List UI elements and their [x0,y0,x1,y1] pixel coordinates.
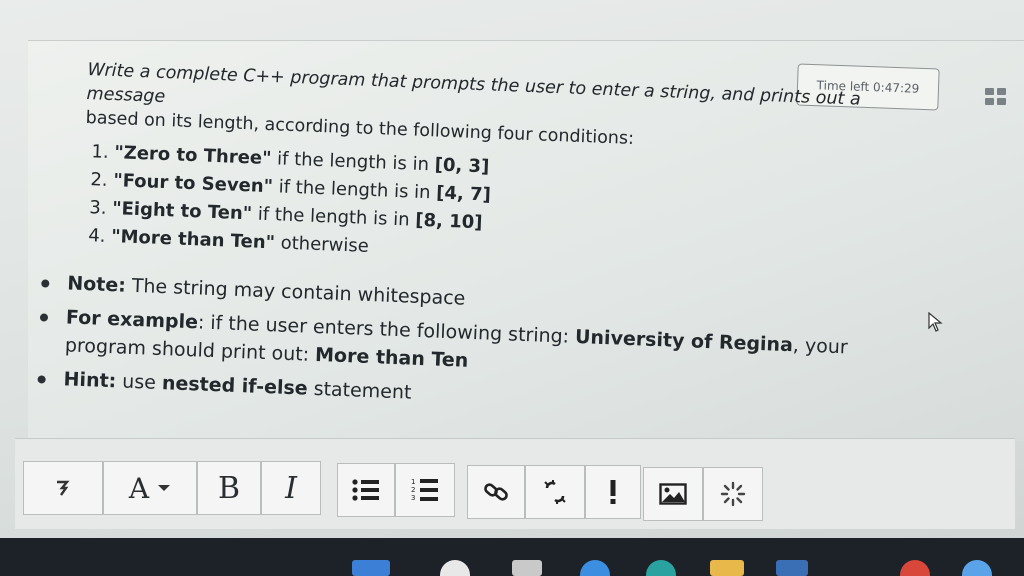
notes-list: Note: The string may contain whitespace … [37,269,929,427]
svg-text:3: 3 [411,494,415,502]
bullet-icon [37,375,46,384]
unordered-list-button[interactable] [337,463,395,517]
start-button[interactable] [352,560,390,576]
unlink-icon [544,480,566,504]
store-icon[interactable] [776,560,808,576]
condition-label: "Four to Seven" [112,170,274,198]
collapse-toolbar-icon [57,480,70,496]
quiz-page: Time left 0:47:29 Write a complete C++ p… [0,0,1024,576]
bold-label: B [217,470,241,506]
file-explorer-icon[interactable] [710,560,744,576]
chevron-down-icon [158,485,171,491]
conditions-list: "Zero to Three" if the length is in [0, … [81,140,935,281]
chrome-browser-icon[interactable] [900,560,930,576]
editor-toolbar: A B I 1 2 3 [15,438,1015,529]
image-icon [659,483,687,505]
condition-label: "Zero to Three" [113,142,272,170]
bullet-icon [39,313,49,322]
condition-text: if the length is in [272,176,437,204]
condition-label: "Eight to Ten" [111,198,253,225]
italic-label: I [285,470,297,506]
ordered-list-button[interactable]: 1 2 3 [395,463,455,517]
edge-browser-icon[interactable] [646,560,676,576]
example-output: More than Ten [314,343,469,372]
italic-button[interactable]: I [261,461,321,515]
os-taskbar [0,538,1024,576]
condition-text: if the length is in [271,148,436,176]
hint-emphasis: nested if-else [161,372,309,400]
svg-text:2: 2 [411,486,415,494]
condition-label: "More than Ten" [110,226,276,254]
insert-image-button[interactable] [643,467,703,521]
link-icon [484,483,508,501]
emoticon-button[interactable] [585,465,641,519]
task-view-icon[interactable] [512,560,542,576]
collapse-toolbar-button[interactable] [23,461,103,515]
bullet-icon [41,279,50,288]
example-input-string: University of Regina [574,325,794,357]
font-size-menu-button[interactable]: A [103,461,197,515]
link-button[interactable] [467,465,525,519]
quiz-navigation-icon[interactable] [985,88,1011,108]
example-lead: For example [65,306,199,334]
hint-text-2: statement [307,377,412,404]
font-label: A [128,471,150,505]
spinner-icon [720,481,746,507]
condition-text: if the length is in [251,203,416,231]
bold-button[interactable]: B [197,461,261,515]
note-text: The string may contain whitespace [125,274,466,310]
ordered-list-icon: 1 2 3 [411,478,438,502]
unordered-list-icon [352,479,379,501]
insert-media-button[interactable] [703,467,763,521]
condition-text: otherwise [274,232,370,257]
taskbar-app-icon[interactable] [580,560,610,576]
hint-lead: Hint: [63,368,117,393]
note-lead: Note: [66,272,127,297]
svg-text:1: 1 [411,478,415,486]
mouse-pointer-icon [928,312,943,332]
exclamation-icon [610,480,616,504]
condition-range: [4, 7] [435,182,492,206]
search-taskbar-icon[interactable] [440,560,470,576]
hint-text: use [115,370,163,395]
condition-range: [0, 3] [434,154,490,178]
question-text: Write a complete C++ program that prompt… [37,58,938,432]
unlink-button[interactable] [525,465,585,519]
condition-range: [8, 10] [414,209,483,234]
taskbar-app-icon-2[interactable] [962,560,992,576]
